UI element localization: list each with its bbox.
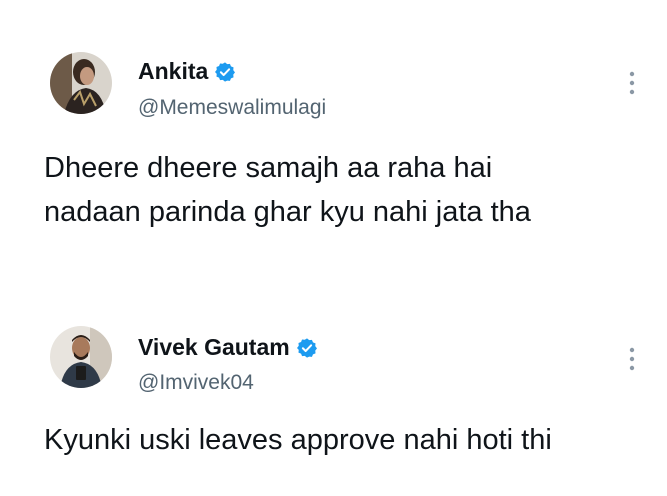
tweet-text-line: nadaan parinda ghar kyu nahi jata tha — [44, 196, 531, 228]
tweet-text: Kyunki uski leaves approve nahi hoti thi — [44, 418, 654, 462]
more-vertical-icon[interactable] — [624, 68, 640, 98]
verified-badge-icon — [296, 337, 317, 358]
tweet-text-line: Dheere dheere samajh aa raha hai — [44, 152, 493, 184]
handle[interactable]: @Memeswalimulagi — [138, 96, 326, 120]
name-row: Ankita — [138, 58, 236, 85]
tweet-text-line: Kyunki uski leaves approve nahi hoti thi — [44, 424, 552, 456]
name-row: Vivek Gautam — [138, 334, 318, 361]
more-vertical-icon[interactable] — [624, 344, 640, 374]
verified-badge-icon — [215, 61, 236, 82]
tweet-text: Dheere dheere samajh aa raha hai nadaan … — [44, 146, 654, 234]
display-name[interactable]: Vivek Gautam — [138, 334, 290, 361]
avatar[interactable] — [50, 52, 112, 114]
avatar-image — [50, 52, 112, 114]
avatar[interactable] — [50, 326, 112, 388]
handle[interactable]: @Imvivek04 — [138, 371, 254, 395]
avatar-image — [50, 326, 112, 388]
display-name[interactable]: Ankita — [138, 58, 208, 85]
